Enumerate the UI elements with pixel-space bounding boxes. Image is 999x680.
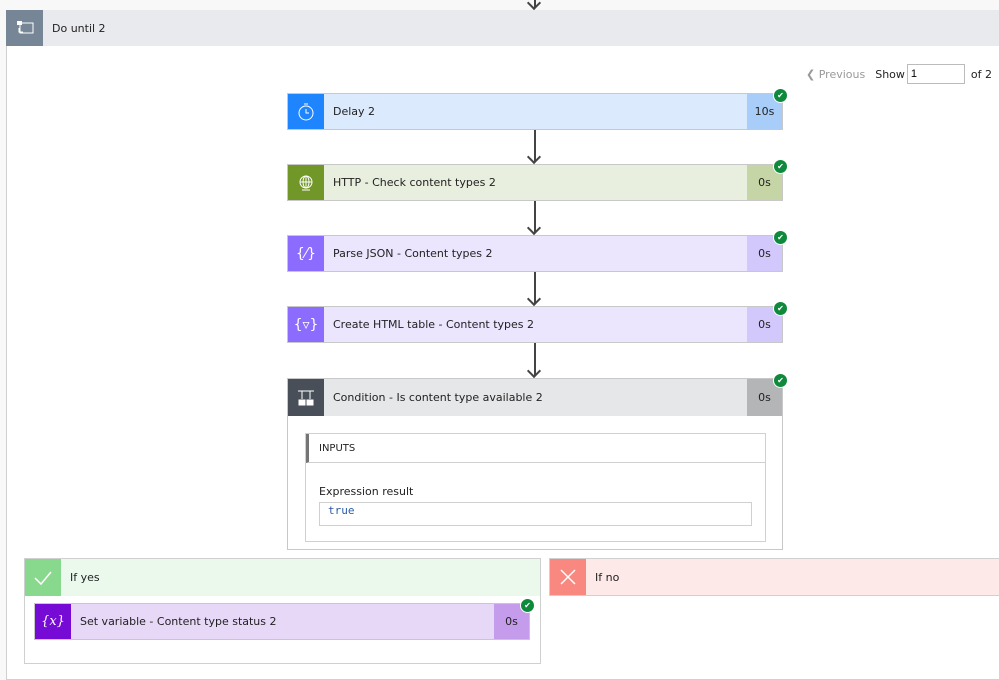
- connector-arrow: [534, 130, 536, 162]
- iteration-total: of 2: [970, 67, 993, 81]
- do-until-icon: [6, 10, 43, 46]
- do-until-header[interactable]: Do until 2: [6, 10, 999, 46]
- if-yes-header[interactable]: If yes: [25, 559, 540, 596]
- action-title: Parse JSON - Content types 2: [333, 247, 493, 260]
- timer-icon: [288, 94, 324, 129]
- previous-button[interactable]: ❮ Previous: [806, 68, 865, 81]
- action-card[interactable]: HTTP - Check content types 2 0s ✔: [287, 159, 788, 201]
- if-yes-branch: If yes {x} Set variable - Content type s…: [24, 558, 541, 664]
- success-check-icon: ✔: [773, 230, 788, 245]
- connector-arrow: [534, 201, 536, 233]
- success-check-icon: ✔: [773, 373, 788, 388]
- success-check-icon: ✔: [773, 301, 788, 316]
- globe-icon: [288, 165, 324, 200]
- action-title: Set variable - Content type status 2: [80, 615, 277, 628]
- action-card[interactable]: {▿} Create HTML table - Content types 2 …: [287, 301, 788, 343]
- iteration-input[interactable]: [906, 64, 965, 84]
- expression-value: true: [319, 502, 752, 526]
- inputs-header: INPUTS: [306, 434, 765, 463]
- braces-filter-icon: {▿}: [288, 307, 324, 342]
- action-card[interactable]: {⁄} Parse JSON - Content types 2 0s ✔: [287, 230, 788, 272]
- action-title: Delay 2: [333, 105, 376, 118]
- pager: ❮ Previous Show of 2: [806, 64, 992, 84]
- connector-arrow: [534, 0, 536, 8]
- condition-card: Condition - Is content type available 2 …: [287, 373, 788, 550]
- action-title: Create HTML table - Content types 2: [333, 318, 535, 331]
- success-check-icon: ✔: [773, 159, 788, 174]
- success-check-icon: ✔: [520, 598, 535, 613]
- condition-header[interactable]: Condition - Is content type available 2 …: [288, 379, 782, 416]
- if-no-header[interactable]: If no: [549, 558, 999, 596]
- inputs-panel: INPUTS Expression result true: [305, 433, 766, 542]
- variable-icon: {x}: [35, 604, 71, 639]
- condition-icon: [288, 379, 324, 416]
- x-icon: [550, 559, 586, 595]
- braces-icon: {⁄}: [288, 236, 324, 271]
- connector-arrow: [534, 272, 536, 304]
- show-label: Show: [875, 67, 905, 81]
- check-icon: [25, 559, 61, 596]
- set-variable-card[interactable]: {x} Set variable - Content type status 2…: [34, 598, 535, 640]
- action-card[interactable]: Delay 2 10s ✔: [287, 88, 788, 130]
- connector-arrow: [534, 343, 536, 376]
- if-no-label: If no: [595, 570, 620, 584]
- condition-title: Condition - Is content type available 2: [333, 391, 543, 404]
- action-title: HTTP - Check content types 2: [333, 176, 496, 189]
- if-yes-label: If yes: [70, 571, 100, 584]
- success-check-icon: ✔: [773, 88, 788, 103]
- do-until-title: Do until 2: [52, 22, 106, 35]
- expression-label: Expression result: [319, 485, 414, 498]
